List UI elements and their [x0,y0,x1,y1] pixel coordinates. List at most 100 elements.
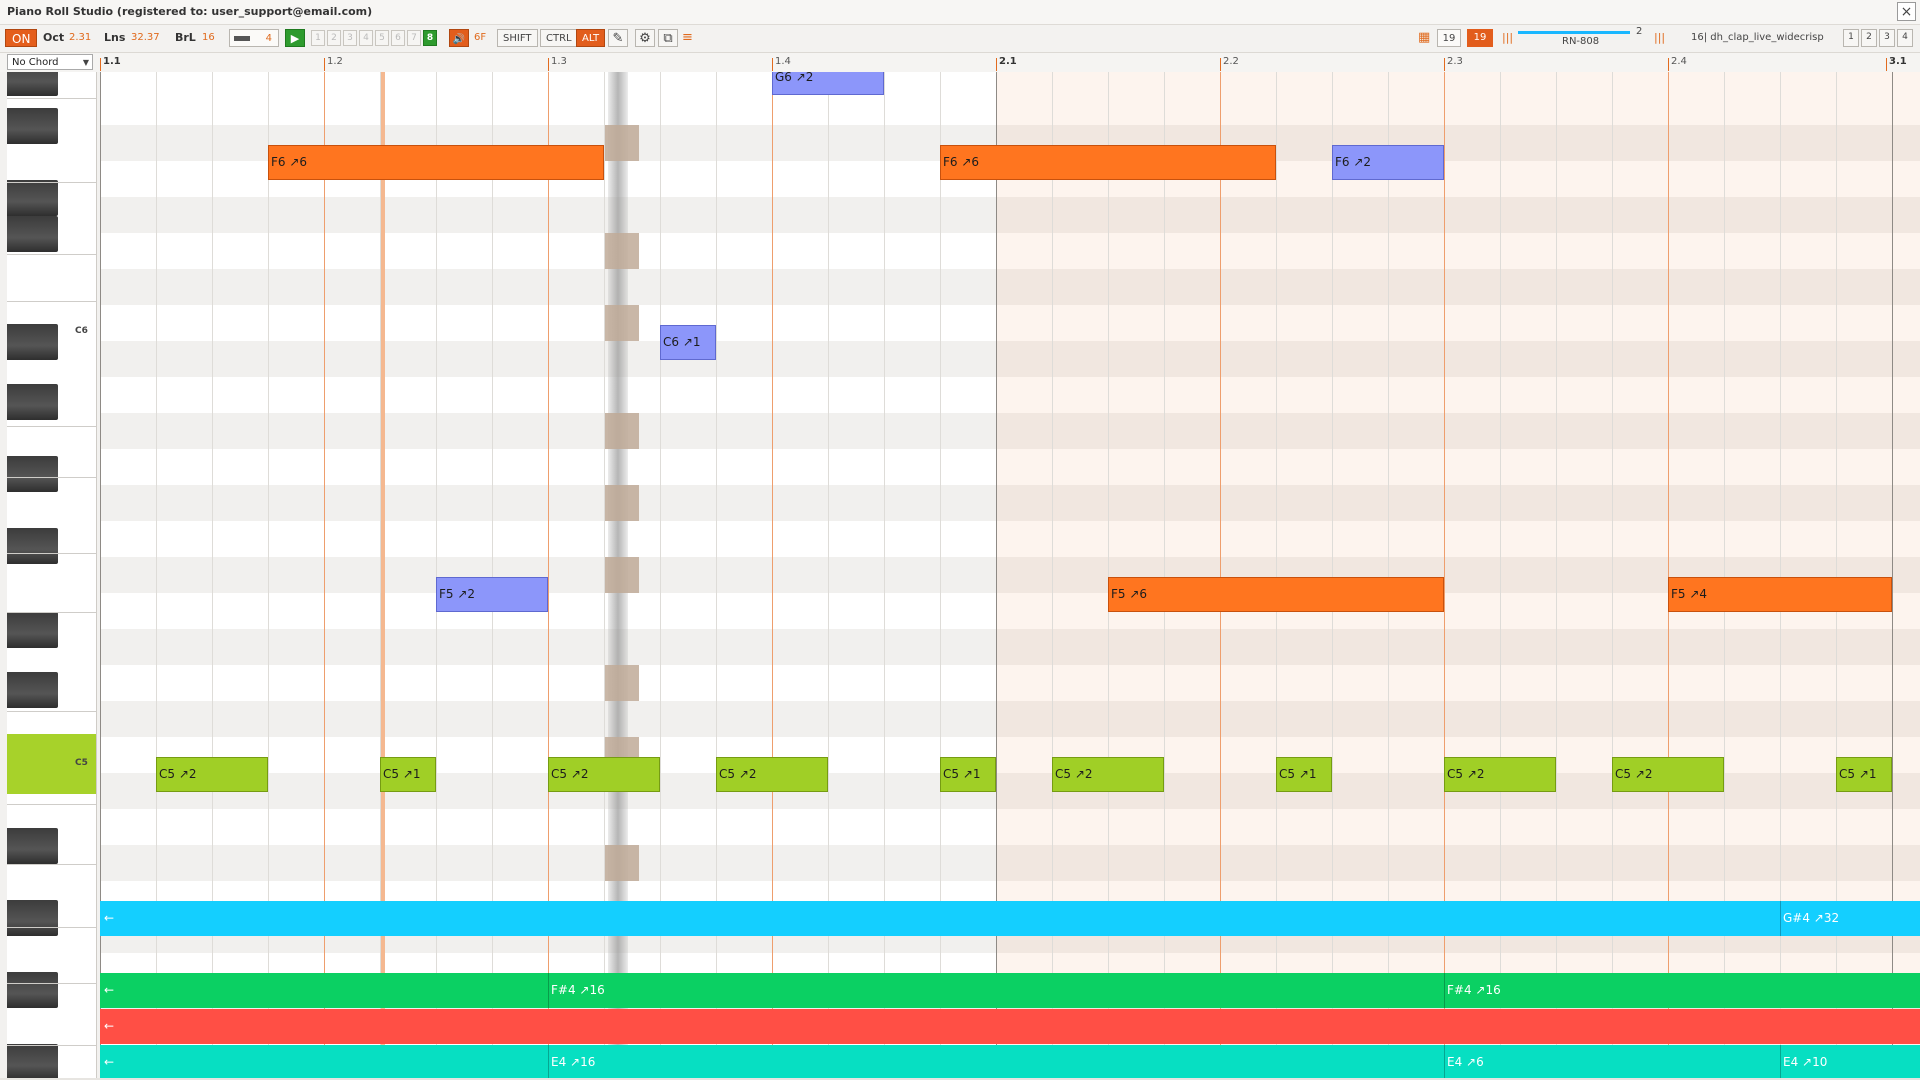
note-block[interactable]: C5 ↗2 [716,757,828,792]
note-block[interactable]: F6 ↗2 [1332,145,1444,180]
note-block[interactable]: F6 ↗6 [940,145,1276,180]
lane-note[interactable]: F#4 ↗16 [548,973,605,1008]
note-block[interactable]: C5 ↗1 [1836,757,1892,792]
drum-lane[interactable]: ← [100,1009,1920,1044]
toolbar: ON Oct 2.31 Lns 32.37 BrL 16 4 ▶ 1234567… [0,25,1920,53]
drum-lane[interactable]: ← F#4 ↗16 F#4 ↗16 [100,973,1920,1008]
note-block[interactable]: F5 ↗4 [1668,577,1892,612]
note-block[interactable]: C5 ↗2 [1612,757,1724,792]
step-button-4[interactable]: 4 [359,30,373,46]
length-value: 4 [265,33,272,44]
lns-value[interactable]: 32.37 [131,29,160,47]
black-key[interactable] [7,672,58,708]
drum-lane[interactable]: ← E4 ↗16 E4 ↗6 E4 ↗10 [100,1045,1920,1078]
white-key-divider [7,254,96,255]
timeline-ruler[interactable]: No Chord ▼ 1.1 1.2 1.3 1.4 2.1 2.2 2.3 2.4 3.1 [0,53,1920,73]
black-key[interactable] [7,108,58,144]
black-key[interactable] [7,72,58,96]
piano-keyboard[interactable]: C6 C5 [0,72,100,1078]
lane-note[interactable]: E4 ↗16 [548,1045,595,1078]
black-key[interactable] [7,456,58,492]
note-block[interactable]: C5 ↗1 [380,757,436,792]
step-button-8[interactable]: 8 [423,30,437,46]
playhead-marker [605,413,639,449]
ctrl-button[interactable]: CTRL [540,29,578,47]
piano-icon[interactable]: ||| [1654,29,1665,47]
shift-button[interactable]: SHIFT [497,29,538,47]
black-key[interactable] [7,528,58,564]
on-toggle-button[interactable]: ON [5,29,38,47]
black-key[interactable] [7,972,58,1008]
black-key[interactable] [7,900,58,936]
pencil-icon: ✎ [612,31,624,46]
note-block[interactable]: C5 ↗1 [940,757,996,792]
instrument-name: RN-808 [1562,36,1600,47]
play-icon: ▶ [290,32,300,45]
black-key[interactable] [7,216,58,252]
note-grid[interactable]: G6 ↗2 F6 ↗6 F6 ↗6 F6 ↗2 C6 ↗1 F5 ↗2 F5 ↗6 F5 ↗4… [100,72,1920,1078]
lane-note[interactable]: E4 ↗10 [1780,1045,1827,1078]
ruler-label: 2.4 [1671,56,1687,67]
sort-button[interactable]: ≡ [682,29,693,47]
drum-lane[interactable]: ← G#4 ↗32 [100,901,1920,936]
step-button-3[interactable]: 3 [343,30,357,46]
black-key[interactable] [7,1044,58,1078]
brl-value[interactable]: 16 [202,29,215,47]
note-block[interactable]: C5 ↗2 [548,757,660,792]
oct-value[interactable]: 2.31 [69,29,91,47]
chord-select[interactable]: No Chord ▼ [7,54,93,70]
black-key[interactable] [7,384,58,420]
chord-value: No Chord [12,57,59,68]
group-button-4[interactable]: 4 [1897,29,1913,47]
arrow-left-icon: ← [104,1019,115,1033]
black-key[interactable] [7,828,58,864]
step-button-7[interactable]: 7 [407,30,421,46]
window-button[interactable]: ⧉ [658,29,678,47]
alt-button[interactable]: ALT [576,29,606,47]
note-length-control[interactable]: 4 [229,29,279,47]
white-key-divider [7,804,96,805]
count-b-field[interactable]: 19 [1467,29,1493,47]
step-button-6[interactable]: 6 [391,30,405,46]
note-block[interactable]: F5 ↗6 [1108,577,1444,612]
play-button[interactable]: ▶ [285,29,305,47]
note-block[interactable]: G6 ↗2 [772,72,884,95]
black-key[interactable] [7,180,58,216]
pencil-tool-button[interactable]: ✎ [608,29,628,47]
speaker-button[interactable]: 🔊 [449,29,469,47]
instrument-slider[interactable]: 2 RN-808 [1518,26,1642,51]
group-button-1[interactable]: 1 [1843,29,1859,47]
lane-note[interactable]: G#4 ↗32 [1780,901,1839,936]
white-key-divider [7,301,96,302]
playhead-marker [605,845,639,881]
group-button-2[interactable]: 2 [1861,29,1877,47]
lane-note[interactable]: E4 ↗6 [1444,1045,1484,1078]
step-button-5[interactable]: 5 [375,30,389,46]
white-key-divider [7,426,96,427]
grid-button[interactable]: ▦ [1418,29,1430,47]
group-button-3[interactable]: 3 [1879,29,1895,47]
key-label-c5: C5 [75,758,88,768]
channel-label[interactable]: 16| dh_clap_live_widecrisp [1691,29,1824,47]
note-block[interactable]: C5 ↗2 [156,757,268,792]
count-a-field[interactable]: 19 [1437,29,1461,47]
ruler-label: 1.3 [551,56,567,67]
close-button[interactable]: × [1897,2,1916,21]
note-block[interactable]: C6 ↗1 [660,325,716,360]
note-block[interactable]: C5 ↗1 [1276,757,1332,792]
black-key[interactable] [7,612,58,648]
note-block[interactable]: C5 ↗2 [1444,757,1556,792]
note-block[interactable]: C5 ↗2 [1052,757,1164,792]
group-buttons: 1234 [1843,29,1915,47]
step-button-2[interactable]: 2 [327,30,341,46]
settings-button[interactable]: ⚙ [635,29,655,47]
black-key[interactable] [7,324,58,360]
note-block[interactable]: F5 ↗2 [436,577,548,612]
white-key-divider [7,182,96,183]
ruler-tick [772,58,773,71]
step-button-1[interactable]: 1 [311,30,325,46]
chevron-down-icon: ▼ [82,58,89,67]
lane-note[interactable]: F#4 ↗16 [1444,973,1501,1008]
ruler-tick [100,58,101,71]
note-block[interactable]: F6 ↗6 [268,145,604,180]
